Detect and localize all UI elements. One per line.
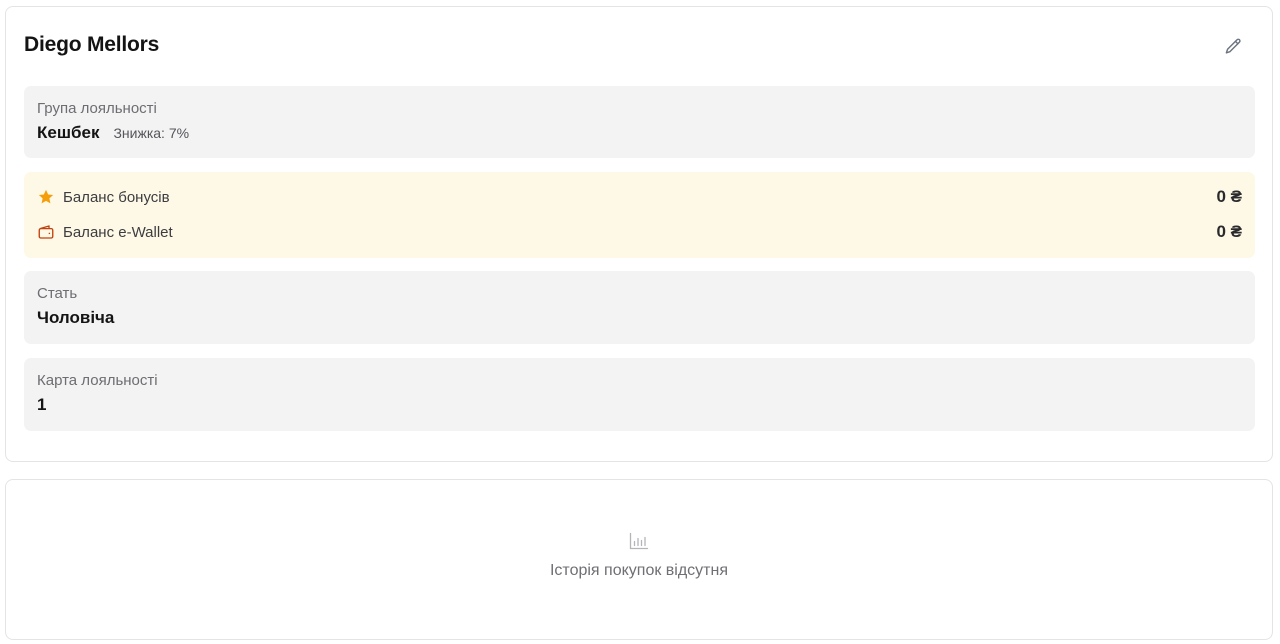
bonus-balance-amount: 0 ₴ bbox=[1216, 187, 1242, 206]
loyalty-group-section: Група лояльності Кешбек Знижка: 7% bbox=[24, 86, 1255, 158]
bonus-balance-label: Баланс бонусів bbox=[63, 188, 170, 206]
loyalty-group-value: Кешбек bbox=[37, 123, 100, 142]
balances-section: Баланс бонусів 0 ₴ Баланс e-Wallet 0 ₴ bbox=[24, 172, 1255, 258]
ewallet-balance-label: Баланс e-Wallet bbox=[63, 223, 173, 241]
loyalty-card-section: Карта лояльності 1 bbox=[24, 358, 1255, 431]
gender-label: Стать bbox=[37, 285, 78, 302]
bonus-balance-row: Баланс бонусів 0 ₴ bbox=[37, 185, 1242, 209]
star-icon bbox=[37, 188, 55, 206]
wallet-icon bbox=[37, 223, 55, 241]
loyalty-card-label: Карта лояльності bbox=[37, 372, 158, 389]
gender-section: Стать Чоловіча bbox=[24, 271, 1255, 344]
purchase-history-card: Історія покупок відсутня bbox=[5, 479, 1273, 640]
pencil-icon bbox=[1225, 38, 1241, 54]
ewallet-balance-row: Баланс e-Wallet 0 ₴ bbox=[37, 220, 1242, 244]
purchase-history-empty-message: Історія покупок відсутня bbox=[549, 562, 729, 579]
loyalty-group-label: Група лояльності bbox=[37, 100, 157, 117]
purchase-history-empty-state: Історія покупок відсутня bbox=[6, 532, 1272, 580]
loyalty-card-value: 1 bbox=[37, 395, 47, 414]
customer-name: Diego Mellors bbox=[24, 33, 160, 56]
loyalty-group-value-row: Кешбек Знижка: 7% bbox=[37, 123, 189, 143]
ewallet-balance-amount: 0 ₴ bbox=[1216, 222, 1242, 241]
edit-customer-button[interactable] bbox=[1222, 35, 1244, 57]
loyalty-discount: Знижка: 7% bbox=[113, 125, 190, 141]
bar-chart-icon bbox=[629, 532, 649, 550]
customer-profile-card: Diego Mellors Група лояльності Кешбек Зн… bbox=[5, 6, 1273, 462]
gender-value: Чоловіча bbox=[37, 308, 115, 327]
